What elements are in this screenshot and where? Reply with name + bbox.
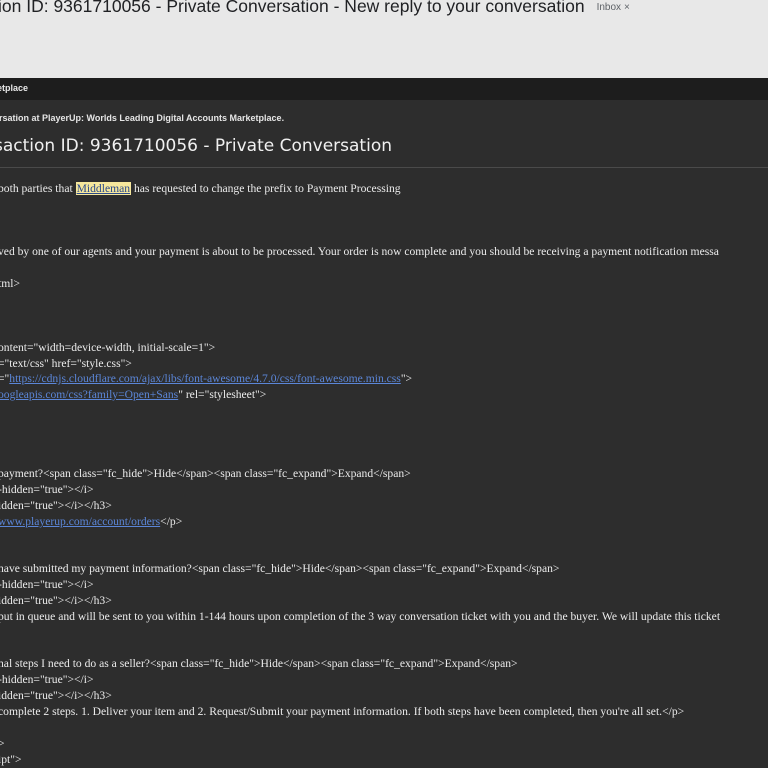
code-line: oogleapis.com/css?family=Open+Sans" rel=… <box>0 388 266 401</box>
code-line: idden="true"></i></h3> <box>0 689 112 702</box>
code-line: complete 2 steps. 1. Deliver your item a… <box>0 705 685 718</box>
code-line: ="text/css" href="style.css"> <box>0 357 132 370</box>
code-text: </p> <box>160 515 183 528</box>
code-line: payment?<span class="fc_hide">Hide</span… <box>0 467 411 480</box>
highlighted-term: Middleman <box>75 182 132 195</box>
code-line: ="https://cdnjs.cloudflare.com/ajax/libs… <box>0 372 412 385</box>
inbox-label-text: Inbox <box>596 2 622 13</box>
code-line: have submitted my payment information?<s… <box>0 562 560 575</box>
brand-name: etplace <box>0 83 29 93</box>
body-text: has requested to change the prefix to Pa… <box>131 182 401 195</box>
email-title: saction ID: 9361710056 - Private Convers… <box>0 136 392 156</box>
body-line-2: ved by one of our agents and your paymen… <box>0 245 719 258</box>
inbox-label[interactable]: Inbox × <box>594 2 632 13</box>
body-line-1: both parties that Middleman has requeste… <box>0 182 401 195</box>
email-subject-bar: ion ID: 9361710056 - Private Conversatio… <box>0 0 768 78</box>
remove-label-icon[interactable]: × <box>624 2 630 13</box>
code-line: -hidden="true"></i> <box>0 578 94 591</box>
code-line: ipt"> <box>0 753 22 766</box>
body-text: both parties that <box>0 182 76 195</box>
orders-link[interactable]: www.playerup.com/account/orders <box>0 515 160 528</box>
email-intro: rsation at PlayerUp: Worlds Leading Digi… <box>0 113 285 123</box>
email-subject-text: ion ID: 9361710056 - Private Conversatio… <box>0 0 585 16</box>
code-text: "> <box>400 372 413 385</box>
code-text: " rel="stylesheet"> <box>178 388 267 401</box>
code-line: put in queue and will be sent to you wit… <box>0 610 721 623</box>
code-line: nal steps I need to do as a seller?<span… <box>0 657 518 670</box>
google-fonts-link[interactable]: oogleapis.com/css?family=Open+Sans <box>0 388 178 401</box>
code-line: ontent="width=device-width, initial-scal… <box>0 341 216 354</box>
code-line: idden="true"></i></h3> <box>0 594 112 607</box>
code-text: =" <box>0 372 10 385</box>
code-line: -hidden="true"></i> <box>0 673 94 686</box>
title-divider <box>0 167 768 168</box>
font-awesome-link[interactable]: https://cdnjs.cloudflare.com/ajax/libs/f… <box>9 372 401 385</box>
code-line: -hidden="true"></i> <box>0 483 94 496</box>
code-line: idden="true"></i></h3> <box>0 499 112 512</box>
email-subject: ion ID: 9361710056 - Private Conversatio… <box>0 0 632 17</box>
code-line: > <box>0 737 5 750</box>
email-brand-header: etplace <box>0 78 768 100</box>
code-line: www.playerup.com/account/orders</p> <box>0 515 182 528</box>
code-line: tml> <box>0 277 20 290</box>
